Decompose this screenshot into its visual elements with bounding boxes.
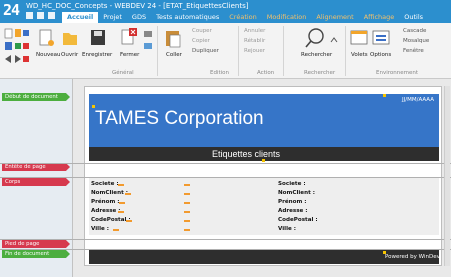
menu-icon[interactable] — [48, 12, 55, 19]
title-bar: 24 WD_HC_DOC_Concepts - WEBDEV 24 - [ETA… — [0, 0, 451, 23]
field-label-adresse[interactable]: Adresse : — [91, 208, 121, 214]
save-icon[interactable] — [90, 29, 106, 47]
date-field[interactable]: JJ/MM/AAAA — [402, 97, 434, 103]
nouveau-icon[interactable] — [38, 29, 54, 47]
ribbon-separator — [345, 26, 346, 76]
tab-affichage[interactable]: Affichage — [359, 12, 400, 23]
tab-projet[interactable]: Projet — [98, 12, 127, 23]
mosaique-button[interactable]: Mosaïque — [403, 38, 429, 44]
app-logo: 24 — [3, 1, 20, 19]
band-separator — [0, 239, 451, 240]
field-marker — [125, 193, 131, 195]
company-name[interactable]: TAMES Corporation — [95, 108, 264, 130]
tab-gds[interactable]: GDS — [127, 12, 151, 23]
volets-button[interactable]: Volets — [351, 52, 368, 58]
ouvrir-button[interactable]: Ouvrir — [61, 52, 78, 58]
field-marker — [184, 184, 190, 186]
group-environnement-label: Environnement — [376, 70, 418, 76]
label-body-row[interactable] — [89, 178, 439, 235]
vertical-scrollbar[interactable] — [444, 86, 450, 266]
copier-button[interactable]: Copier — [192, 38, 210, 44]
field-label-societe[interactable]: Societe : — [91, 181, 119, 187]
field-marker — [184, 211, 190, 213]
window-title: WD_HC_DOC_Concepts - WEBDEV 24 - [ETAT_E… — [26, 2, 249, 10]
save-icon[interactable] — [26, 12, 33, 19]
report-title[interactable]: Etiquettes clients — [212, 149, 280, 159]
field-marker — [184, 202, 190, 204]
tab-tests-automatiques[interactable]: Tests automatiques — [151, 12, 224, 23]
rejouer-button[interactable]: Rejouer — [244, 48, 265, 54]
band-label-entete-page[interactable]: Entête de page — [2, 163, 70, 171]
field-marker — [184, 229, 190, 231]
quick-access-toolbar — [26, 12, 55, 19]
ribbon-separator — [283, 26, 284, 76]
chevron-up-icon[interactable] — [330, 37, 338, 43]
tab-alignement[interactable]: Alignement — [311, 12, 358, 23]
field-label-prenom-2[interactable]: Prénom : — [278, 199, 307, 205]
ribbon-separator — [157, 26, 158, 76]
paste-icon[interactable] — [164, 28, 182, 48]
band-label-fin-document[interactable]: Fin de document — [2, 250, 70, 258]
field-label-ville[interactable]: Ville : — [91, 226, 109, 232]
field-marker — [119, 202, 125, 204]
band-separator — [0, 163, 451, 164]
field-label-ville-2[interactable]: Ville : — [278, 226, 296, 232]
ribbon-separator — [238, 26, 239, 76]
field-label-nomclient-2[interactable]: NomClient : — [278, 190, 315, 196]
retablir-button[interactable]: Rétablir — [244, 38, 265, 44]
group-general-label: Général — [112, 70, 134, 76]
field-label-prenom[interactable]: Prénom : — [91, 199, 120, 205]
nouveau-button[interactable]: Nouveau — [36, 52, 60, 58]
field-marker — [126, 220, 132, 222]
field-label-societe-2[interactable]: Societe : — [278, 181, 306, 187]
field-marker — [184, 220, 190, 222]
enregistrer-button[interactable]: Enregistrer — [82, 52, 112, 58]
ouvrir-icon[interactable] — [62, 29, 78, 47]
couper-button[interactable]: Couper — [192, 28, 212, 34]
field-marker — [113, 229, 119, 231]
field-marker — [184, 193, 190, 195]
group-action-label: Action — [257, 70, 275, 76]
options-icon[interactable] — [372, 28, 390, 48]
field-marker — [118, 184, 124, 186]
dupliquer-button[interactable]: Dupliquer — [192, 48, 219, 54]
field-marker — [118, 211, 124, 213]
coller-button[interactable]: Coller — [166, 52, 182, 58]
tab-accueil[interactable]: Accueil — [62, 12, 99, 23]
tab-creation[interactable]: Création — [224, 12, 262, 23]
close-file-icon[interactable] — [120, 27, 138, 47]
menu-tabs: Accueil Projet GDS Tests automatiques Cr… — [62, 12, 428, 23]
field-label-nomclient[interactable]: NomClient : — [91, 190, 128, 196]
field-label-adresse-2[interactable]: Adresse : — [278, 208, 308, 214]
selection-handle[interactable] — [262, 159, 265, 162]
powered-by-text[interactable]: Powered by WinDev — [385, 254, 440, 260]
band-label-pied-page[interactable]: Pied de page — [2, 240, 70, 248]
group-rechercher-label: Rechercher — [304, 70, 336, 76]
volets-icon[interactable] — [350, 28, 368, 48]
fermer-button[interactable]: Fermer — [120, 52, 139, 58]
selection-handle[interactable] — [383, 94, 386, 97]
annuler-button[interactable]: Annuler — [244, 28, 265, 34]
group-edition-label: Edition — [210, 70, 230, 76]
cascade-button[interactable]: Cascade — [403, 28, 426, 34]
band-label-debut-document[interactable]: Début de document — [2, 93, 70, 101]
more-general-icon[interactable] — [142, 29, 154, 63]
ribbon: Nouveau Ouvrir Enregistrer Fermer Généra… — [0, 23, 451, 79]
band-label-corps[interactable]: Corps — [2, 178, 70, 186]
rechercher-button[interactable]: Rechercher — [301, 52, 332, 58]
tab-outils[interactable]: Outils — [399, 12, 428, 23]
field-label-codepostal[interactable]: CodePostal : — [91, 217, 131, 223]
fenetre-button[interactable]: Fenêtre — [403, 48, 424, 54]
tab-modification[interactable]: Modification — [262, 12, 312, 23]
search-icon[interactable] — [305, 27, 325, 49]
field-label-codepostal-2[interactable]: CodePostal : — [278, 217, 318, 223]
options-button[interactable]: Options — [370, 52, 391, 58]
grid-icon[interactable] — [37, 12, 44, 19]
quick-new-icons[interactable] — [4, 27, 30, 67]
